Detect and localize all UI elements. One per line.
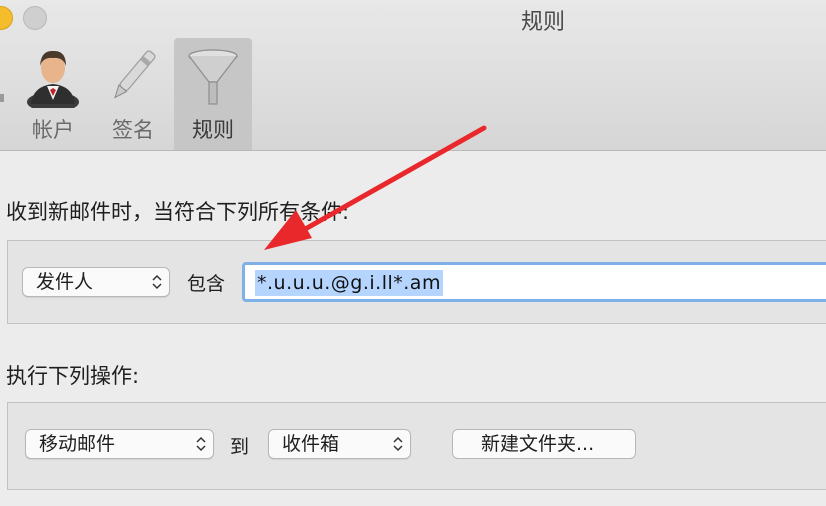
toolbar-overflow-edge xyxy=(0,94,4,102)
pen-icon xyxy=(114,50,156,99)
mailbox-select[interactable]: 收件箱 xyxy=(268,429,411,459)
toolbar-item-signatures[interactable]: 签名 xyxy=(94,38,172,150)
new-folder-button[interactable]: 新建文件夹... xyxy=(452,429,636,459)
condition-value-text: *.u.u.u.@g.i.ll*.am xyxy=(255,270,443,296)
condition-operator-label: 包含 xyxy=(187,273,226,295)
toolbar-label-accounts: 帐户 xyxy=(32,118,74,142)
conditions-heading: 收到新邮件时，当符合下列所有条件: xyxy=(6,200,350,224)
condition-value-input[interactable]: *.u.u.u.@g.i.ll*.am xyxy=(242,262,826,302)
preferences-toolbar: 规则 帐户 签名 规则 xyxy=(0,0,826,151)
funnel-icon xyxy=(188,49,238,105)
action-to-label: 到 xyxy=(230,436,250,458)
toolbar-item-accounts[interactable]: 帐户 xyxy=(14,38,92,150)
user-account-icon xyxy=(27,50,79,108)
toolbar-label-signatures: 签名 xyxy=(112,118,154,142)
mailbox-value: 收件箱 xyxy=(282,433,340,455)
window-title: 规则 xyxy=(520,10,565,35)
condition-field-value: 发件人 xyxy=(36,271,94,293)
toolbar-item-rules[interactable]: 规则 xyxy=(174,38,252,150)
chevron-updown-icon xyxy=(393,436,403,452)
toolbar-label-rules: 规则 xyxy=(192,118,234,142)
chevron-updown-icon xyxy=(196,436,206,452)
actions-heading: 执行下列操作: xyxy=(6,364,140,388)
chevron-updown-icon xyxy=(152,274,162,290)
action-type-select[interactable]: 移动邮件 xyxy=(25,429,214,459)
condition-field-select[interactable]: 发件人 xyxy=(22,267,170,297)
action-type-value: 移动邮件 xyxy=(39,433,116,455)
